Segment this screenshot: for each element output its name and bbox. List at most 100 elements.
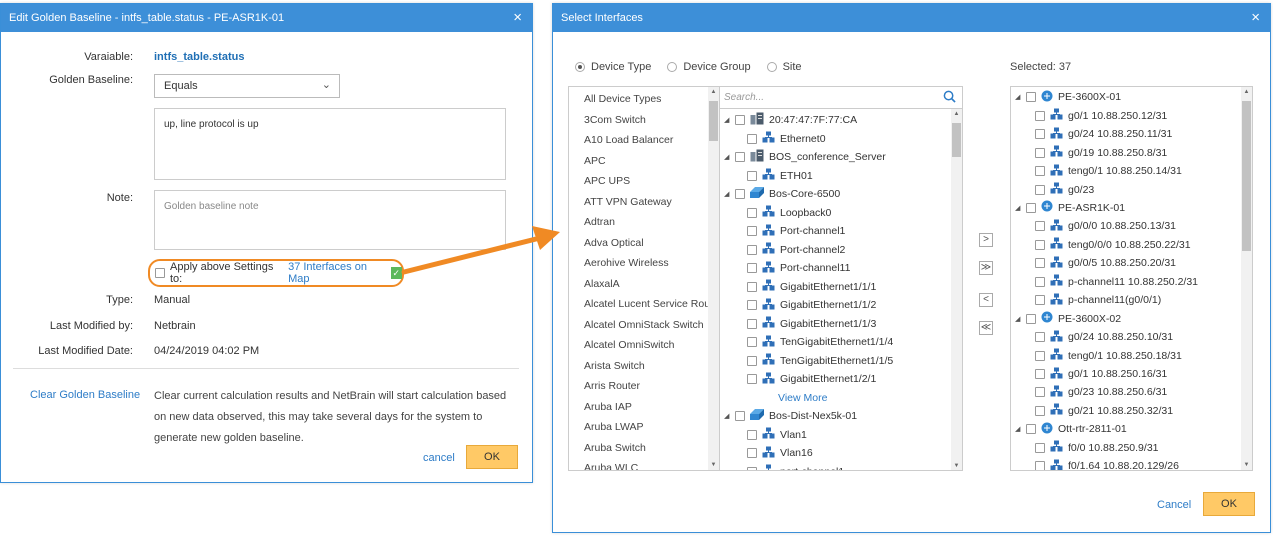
device-type-item[interactable]: AlaxalA bbox=[569, 274, 719, 295]
device-type-item[interactable]: Aruba LWAP bbox=[569, 417, 719, 438]
tree-interface-row[interactable]: port-channel1 bbox=[747, 463, 844, 470]
selected-interface-row[interactable]: f0/1.64 10.88.20.129/26 bbox=[1035, 457, 1179, 470]
tree-checkbox[interactable] bbox=[735, 411, 745, 422]
close-icon[interactable]: × bbox=[1251, 9, 1260, 27]
view-more-link[interactable]: View More bbox=[778, 392, 827, 404]
expand-triangle-icon[interactable]: ◢ bbox=[1015, 425, 1023, 433]
selected-interface-row[interactable]: g0/21 10.88.250.32/31 bbox=[1035, 402, 1173, 421]
tree-checkbox[interactable] bbox=[1035, 387, 1045, 398]
tree-device-row[interactable]: ◢ Bos-Core-6500 bbox=[724, 185, 840, 204]
tree-interface-row[interactable]: Port-channel2 bbox=[747, 241, 845, 260]
tree-interface-row[interactable]: Loopback0 bbox=[747, 204, 831, 223]
selected-interface-row[interactable]: g0/1 10.88.250.16/31 bbox=[1035, 365, 1167, 384]
radio-site[interactable]: Site bbox=[766, 61, 802, 73]
device-type-item[interactable]: Adtran bbox=[569, 212, 719, 233]
expand-triangle-icon[interactable]: ◢ bbox=[1015, 204, 1023, 212]
selected-interface-row[interactable]: g0/19 10.88.250.8/31 bbox=[1035, 143, 1167, 162]
tree-checkbox[interactable] bbox=[1026, 92, 1036, 103]
tree-interface-row[interactable]: Port-channel1 bbox=[747, 222, 845, 241]
selected-interface-row[interactable]: teng0/1 10.88.250.18/31 bbox=[1035, 346, 1182, 365]
tree-interface-row[interactable]: Vlan1 bbox=[747, 426, 807, 445]
tree-interface-row[interactable]: TenGigabitEthernet1/1/4 bbox=[747, 333, 893, 352]
move-all-right-button[interactable]: ≫ bbox=[979, 261, 993, 275]
selected-interface-row[interactable]: f0/0 10.88.250.9/31 bbox=[1035, 439, 1159, 458]
selected-device-row[interactable]: ◢ PE-3600X-01 bbox=[1015, 88, 1121, 107]
tree-checkbox[interactable] bbox=[1035, 239, 1045, 250]
tree-checkbox[interactable] bbox=[735, 189, 745, 200]
tree-checkbox[interactable] bbox=[747, 318, 757, 329]
cancel-button[interactable]: cancel bbox=[423, 452, 455, 464]
tree-interface-row[interactable]: GigabitEthernet1/1/2 bbox=[747, 296, 876, 315]
device-type-item[interactable]: Aerohive Wireless bbox=[569, 253, 719, 274]
tree-checkbox[interactable] bbox=[1035, 461, 1045, 470]
selected-interface-row[interactable]: g0/1 10.88.250.12/31 bbox=[1035, 106, 1167, 125]
search-input[interactable]: Search... bbox=[720, 87, 962, 109]
tree-checkbox[interactable] bbox=[1035, 332, 1045, 343]
device-type-item[interactable]: Alcatel OmniStack Switch bbox=[569, 315, 719, 336]
scrollbar[interactable]: ▲ ▼ bbox=[951, 109, 962, 470]
radio-device-type[interactable]: Device Type bbox=[575, 61, 651, 73]
tree-interface-row[interactable]: ETH01 bbox=[747, 167, 813, 186]
tree-interface-row[interactable]: Ethernet0 bbox=[747, 130, 826, 149]
tree-checkbox[interactable] bbox=[1035, 166, 1045, 177]
tree-checkbox[interactable] bbox=[1035, 129, 1045, 140]
expand-triangle-icon[interactable]: ◢ bbox=[1015, 93, 1023, 101]
tree-checkbox[interactable] bbox=[1035, 221, 1045, 232]
tree-checkbox[interactable] bbox=[747, 448, 757, 459]
clear-golden-baseline-link[interactable]: Clear Golden Baseline bbox=[30, 389, 140, 401]
expand-triangle-icon[interactable]: ◢ bbox=[724, 153, 732, 161]
device-type-item[interactable]: 3Com Switch bbox=[569, 110, 719, 131]
tree-checkbox[interactable] bbox=[747, 337, 757, 348]
tree-checkbox[interactable] bbox=[747, 466, 757, 470]
device-type-item[interactable]: Adva Optical bbox=[569, 233, 719, 254]
tree-interface-row[interactable]: GigabitEthernet1/1/3 bbox=[747, 315, 876, 334]
selected-interface-row[interactable]: g0/24 10.88.250.11/31 bbox=[1035, 125, 1172, 144]
expand-triangle-icon[interactable]: ◢ bbox=[1015, 315, 1023, 323]
scroll-up-icon[interactable]: ▲ bbox=[951, 111, 962, 117]
tree-interface-row[interactable]: GigabitEthernet1/1/1 bbox=[747, 278, 876, 297]
apply-settings-checkbox[interactable] bbox=[155, 268, 165, 278]
tree-interface-row[interactable]: Port-channel11 bbox=[747, 259, 850, 278]
device-type-item[interactable]: ATT VPN Gateway bbox=[569, 192, 719, 213]
tree-interface-row[interactable]: Vlan16 bbox=[747, 444, 813, 463]
tree-interface-row[interactable]: GigabitEthernet1/2/1 bbox=[747, 370, 876, 389]
device-type-item[interactable]: Arista Switch bbox=[569, 356, 719, 377]
scroll-down-icon[interactable]: ▼ bbox=[951, 463, 962, 469]
ok-button[interactable]: OK bbox=[466, 445, 518, 469]
scrollbar[interactable]: ▲ ▼ bbox=[708, 87, 719, 470]
tree-checkbox[interactable] bbox=[747, 300, 757, 311]
radio-button[interactable] bbox=[667, 62, 678, 72]
cancel-button[interactable]: Cancel bbox=[1157, 499, 1191, 511]
tree-checkbox[interactable] bbox=[1035, 442, 1045, 453]
tree-device-row[interactable]: ◢ Bos-Dist-Nex5k-01 bbox=[724, 407, 857, 426]
device-type-item[interactable]: Aruba WLC bbox=[569, 458, 719, 470]
tree-checkbox[interactable] bbox=[1026, 424, 1036, 435]
selected-interface-row[interactable]: p-channel11(g0/0/1) bbox=[1035, 291, 1161, 310]
tree-checkbox[interactable] bbox=[1035, 258, 1045, 269]
device-type-item[interactable]: Arris Router bbox=[569, 376, 719, 397]
device-type-item[interactable]: All Device Types bbox=[569, 89, 719, 110]
selected-device-row[interactable]: ◢ PE-ASR1K-01 bbox=[1015, 199, 1125, 218]
radio-device-group[interactable]: Device Group bbox=[667, 61, 751, 73]
interfaces-on-map-link[interactable]: 37 Interfaces on Map bbox=[288, 261, 387, 285]
scroll-down-icon[interactable]: ▼ bbox=[1241, 462, 1252, 468]
tree-checkbox[interactable] bbox=[747, 281, 757, 292]
tree-checkbox[interactable] bbox=[1035, 184, 1045, 195]
device-type-item[interactable]: Alcatel Lucent Service Router bbox=[569, 294, 719, 315]
tree-checkbox[interactable] bbox=[1035, 369, 1045, 379]
close-icon[interactable]: × bbox=[513, 9, 522, 27]
scroll-up-icon[interactable]: ▲ bbox=[708, 89, 719, 95]
golden-baseline-select[interactable]: Equals ⌄ bbox=[154, 74, 340, 98]
device-type-item[interactable]: APC bbox=[569, 151, 719, 172]
selected-interface-row[interactable]: teng0/0/0 10.88.250.22/31 bbox=[1035, 236, 1191, 255]
selected-interface-row[interactable]: g0/0/0 10.88.250.13/31 bbox=[1035, 217, 1176, 236]
expand-triangle-icon[interactable]: ◢ bbox=[724, 116, 732, 124]
tree-checkbox[interactable] bbox=[1035, 405, 1045, 416]
tree-checkbox[interactable] bbox=[1035, 147, 1045, 158]
tree-checkbox[interactable] bbox=[747, 429, 757, 440]
move-right-button[interactable]: > bbox=[979, 233, 993, 247]
expand-triangle-icon[interactable]: ◢ bbox=[724, 412, 732, 420]
device-type-item[interactable]: A10 Load Balancer bbox=[569, 130, 719, 151]
selected-interface-row[interactable]: g0/23 10.88.250.6/31 bbox=[1035, 383, 1167, 402]
move-left-button[interactable]: < bbox=[979, 293, 993, 307]
